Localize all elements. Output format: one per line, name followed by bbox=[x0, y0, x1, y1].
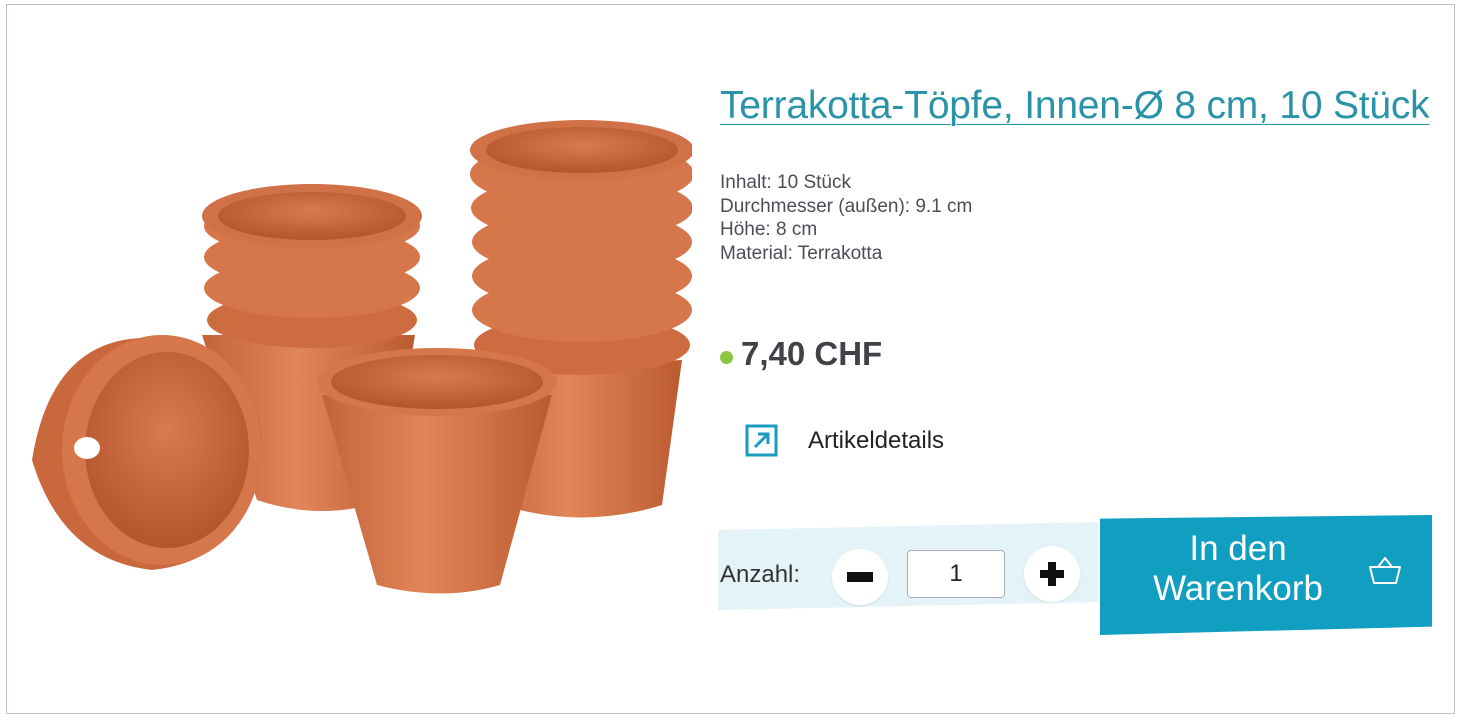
product-title[interactable]: Terrakotta-Töpfe, Innen-Ø 8 cm, 10 Stück bbox=[720, 84, 1430, 128]
increase-quantity-button[interactable] bbox=[1024, 546, 1080, 602]
quantity-label: Anzahl: bbox=[720, 561, 801, 588]
basket-icon bbox=[1369, 557, 1401, 584]
decrease-quantity-button[interactable] bbox=[832, 549, 888, 605]
spec-material: Material: Terrakotta bbox=[720, 242, 883, 264]
availability-dot-icon bbox=[720, 350, 733, 364]
plus-icon bbox=[1040, 562, 1064, 586]
price-row: 7,40 CHF bbox=[720, 332, 882, 376]
product-price: 7,40 CHF bbox=[741, 335, 883, 372]
add-to-cart-label-line2: Warenkorb bbox=[1153, 569, 1323, 608]
external-link-arrow-icon bbox=[745, 424, 778, 457]
quantity-input[interactable] bbox=[907, 550, 1005, 598]
add-to-cart-button[interactable]: In den Warenkorb bbox=[1100, 515, 1432, 635]
spec-diameter: Durchmesser (außen): 9.1 cm bbox=[720, 195, 973, 217]
product-specs: Inhalt: 10 Stück Durchmesser (außen): 9.… bbox=[720, 171, 972, 265]
add-to-cart-label: In den Warenkorb bbox=[1138, 529, 1338, 609]
article-details-link[interactable]: Artikeldetails bbox=[745, 424, 944, 457]
spec-height: Höhe: 8 cm bbox=[720, 219, 818, 240]
article-details-label: Artikeldetails bbox=[808, 426, 945, 454]
minus-icon bbox=[847, 572, 873, 582]
product-image[interactable] bbox=[22, 110, 692, 610]
add-to-cart-label-line1: In den bbox=[1189, 529, 1287, 568]
spec-content: Inhalt: 10 Stück bbox=[720, 172, 851, 193]
